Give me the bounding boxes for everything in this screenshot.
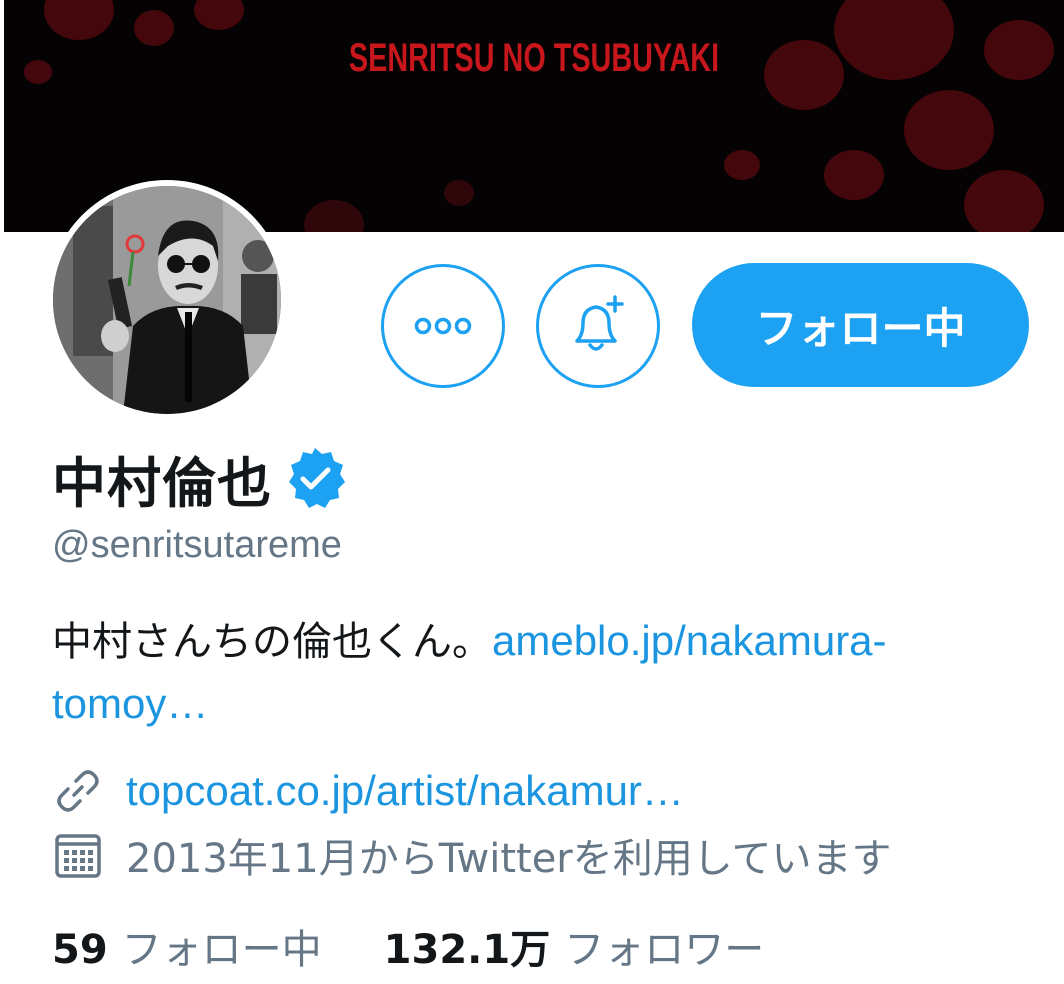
more-horizontal-icon: [414, 317, 472, 335]
link-icon: [57, 770, 99, 812]
avatar-photo: [53, 186, 281, 414]
followers-count: 132.1万: [383, 927, 551, 973]
notifications-button[interactable]: [536, 264, 660, 388]
banner-splatter: [984, 20, 1054, 80]
follow-stats: 59 フォロー中 132.1万 フォロワー: [52, 916, 764, 976]
banner-splatter: [724, 150, 760, 180]
following-label: フォロー中: [121, 927, 322, 973]
following-stat[interactable]: 59 フォロー中: [52, 917, 322, 975]
more-options-button[interactable]: [381, 264, 505, 388]
banner-splatter: [304, 200, 364, 232]
website-row: topcoat.co.jp/artist/nakamur…: [52, 762, 684, 820]
banner-splatter: [824, 150, 884, 200]
banner-splatter: [24, 60, 52, 84]
verified-badge-icon: [289, 448, 345, 508]
avatar[interactable]: [47, 180, 287, 420]
banner-splatter: [964, 170, 1044, 232]
bell-plus-icon: [575, 295, 624, 351]
followers-label: フォロワー: [564, 927, 765, 973]
banner-splatter: [904, 90, 994, 170]
display-name: 中村倫也: [52, 451, 272, 515]
user-handle: @senritsutareme: [52, 524, 342, 566]
bio-text: 中村さんちの倫也くん。: [52, 619, 492, 665]
profile-page: SENRITSU NO TSUBUYAKI フォロー中 中村倫也 @senrit…: [0, 0, 1064, 984]
following-count: 59: [52, 927, 108, 973]
banner-splatter: [194, 0, 244, 30]
avatar-image: [53, 186, 281, 414]
banner-splatter: [44, 0, 114, 40]
banner-splatter: [444, 180, 474, 206]
join-date-row: 2013年11月からTwitterを利用しています: [52, 826, 892, 884]
following-button-label: フォロー中: [755, 303, 966, 353]
followers-stat[interactable]: 132.1万 フォロワー: [384, 917, 765, 975]
website-link[interactable]: topcoat.co.jp/artist/nakamur…: [126, 767, 684, 815]
join-date: 2013年11月からTwitterを利用しています: [126, 836, 892, 882]
banner-title: SENRITSU NO TSUBUYAKI: [348, 36, 720, 80]
following-button[interactable]: フォロー中: [692, 263, 1029, 387]
profile-bio: 中村さんちの倫也くん。ameblo.jp/nakamura-tomoy…: [52, 610, 1042, 736]
calendar-icon: [55, 834, 101, 878]
display-name-row: 中村倫也: [52, 438, 348, 518]
